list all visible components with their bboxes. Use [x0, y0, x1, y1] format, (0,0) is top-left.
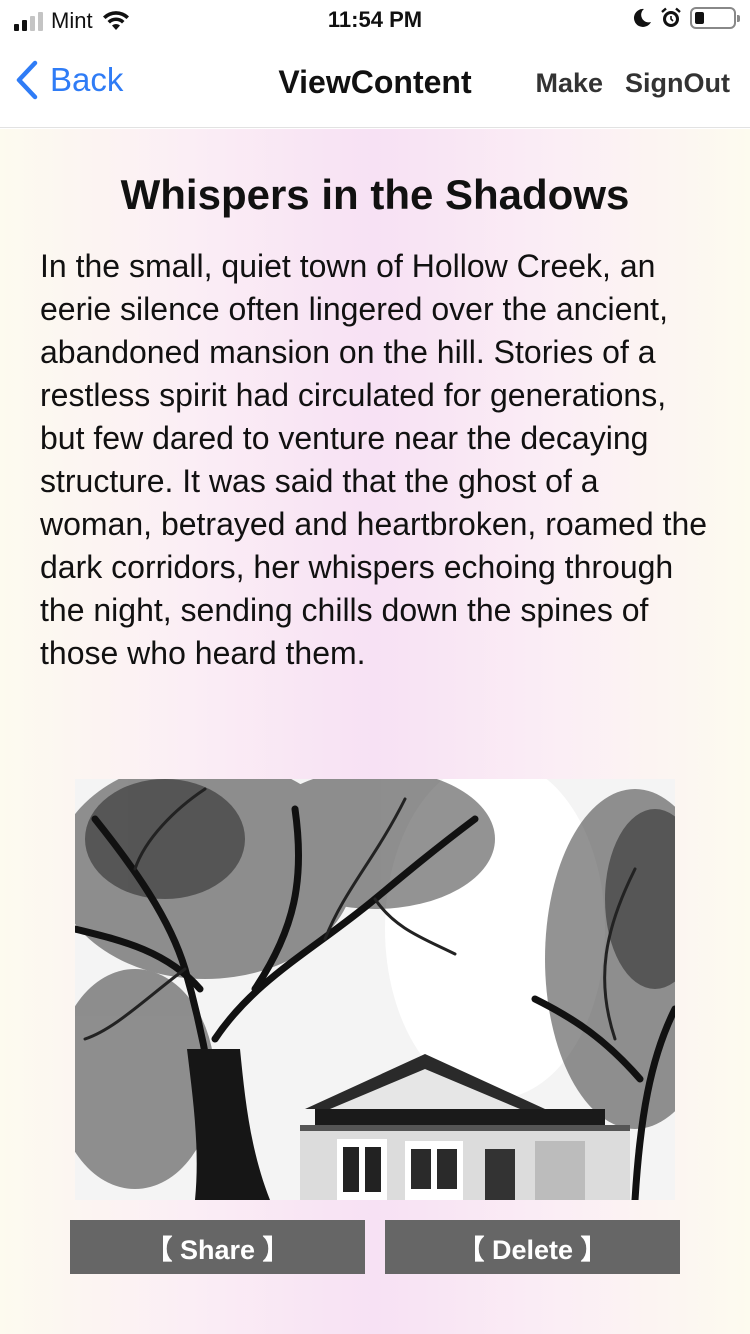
- page-title: ViewContent: [278, 64, 472, 100]
- status-bar: Mint 11:54 PM: [0, 0, 750, 40]
- back-button-label: Back: [50, 61, 124, 98]
- story-title: Whispers in the Shadows: [120, 171, 630, 218]
- battery-icon: [690, 7, 740, 29]
- nav-actions: Make SignOut: [535, 68, 730, 99]
- haunted-mansion-image: [75, 779, 675, 1200]
- battery-level: [695, 12, 704, 24]
- delete-button[interactable]: 【 Delete 】: [385, 1220, 680, 1274]
- back-button[interactable]: Back: [14, 60, 123, 100]
- content-area[interactable]: Whispers in the Shadows In the small, qu…: [0, 129, 750, 1334]
- signout-button[interactable]: SignOut: [625, 68, 730, 99]
- share-button[interactable]: 【 Share 】: [70, 1220, 365, 1274]
- chevron-left-icon: [16, 60, 38, 100]
- alarm-icon: [661, 7, 681, 27]
- story-body: In the small, quiet town of Hollow Creek…: [40, 248, 708, 671]
- make-button[interactable]: Make: [535, 68, 603, 99]
- moon-icon: [633, 8, 651, 27]
- navigation-bar: Back ViewContent Make SignOut: [0, 40, 750, 128]
- status-right: [632, 7, 740, 29]
- story-illustration: [75, 779, 675, 1200]
